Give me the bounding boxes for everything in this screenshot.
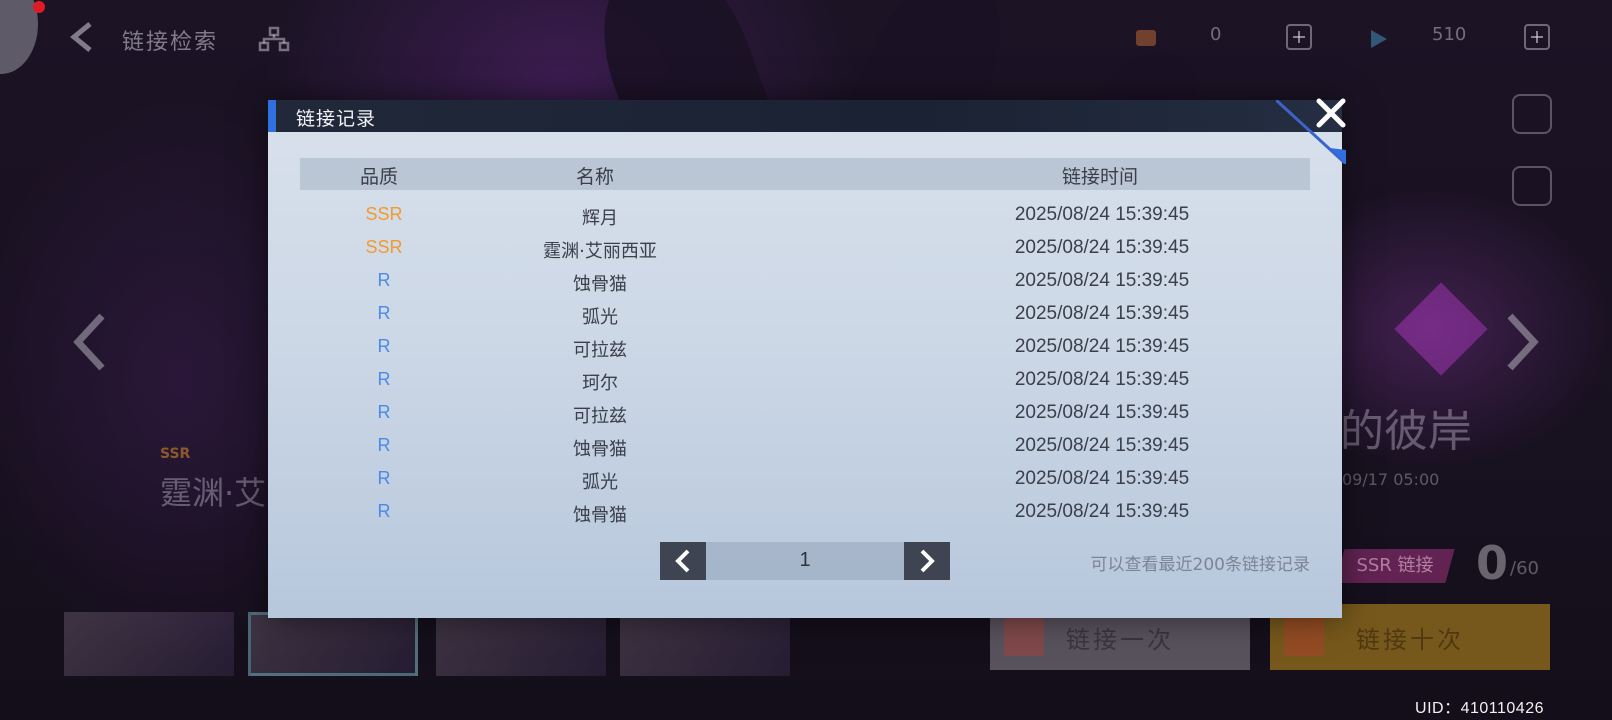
row-time: 2025/08/24 15:39:45 <box>1014 468 1190 489</box>
banner-thumbnail[interactable] <box>64 612 234 676</box>
record-list: SSR 辉月 2025/08/24 15:39:45 SSR 霆渊·艾丽西亚 2… <box>300 200 1310 530</box>
char-rarity: SSR <box>160 446 191 462</box>
pull-ten-label: 链接十次 <box>1356 625 1464 654</box>
row-name: 蚀骨猫 <box>573 439 627 460</box>
banner-thumbnail[interactable] <box>620 612 790 676</box>
ssr-tag: SSR 链接 <box>1335 549 1455 583</box>
row-name: 霆渊·艾丽西亚 <box>543 241 657 262</box>
row-name: 辉月 <box>582 208 618 229</box>
table-row: R 蚀骨猫 2025/08/24 15:39:45 <box>300 266 1310 299</box>
prev-banner-arrow-icon[interactable] <box>70 312 110 372</box>
row-quality: R <box>377 270 391 290</box>
record-limit-note: 可以查看最近200条链接记录 <box>1090 555 1310 575</box>
energy-icon <box>1371 30 1387 48</box>
next-page-button[interactable] <box>904 542 950 580</box>
row-quality: R <box>377 369 391 389</box>
chevron-right-icon <box>920 549 935 573</box>
banner-thumbnail-selected[interactable] <box>248 612 418 676</box>
uid-label: UID：410110426 <box>1415 700 1544 717</box>
ssr-tag-label: SSR 链接 <box>1356 555 1434 576</box>
dialog-header: 链接记录 <box>268 100 1342 132</box>
pagination: 1 <box>660 542 950 580</box>
chevron-left-icon <box>675 549 690 573</box>
table-row: SSR 辉月 2025/08/24 15:39:45 <box>300 200 1310 233</box>
energy-value: 510 <box>1432 24 1467 45</box>
row-quality: SSR <box>365 204 403 224</box>
row-time: 2025/08/24 15:39:45 <box>1014 402 1190 423</box>
pull-ticket-icon <box>1284 616 1324 656</box>
top-bar: 链接检索 0 510 <box>0 18 1612 62</box>
banner-title: 的彼岸 <box>1340 406 1472 457</box>
row-quality: R <box>377 501 391 521</box>
row-quality: SSR <box>365 237 403 257</box>
header-quality: 品质 <box>360 166 399 188</box>
record-icon[interactable] <box>1512 166 1552 206</box>
back-arrow-icon[interactable] <box>66 20 100 54</box>
table-row: R 可拉兹 2025/08/24 15:39:45 <box>300 398 1310 431</box>
banner-date: 09/17 05:00 <box>1342 470 1440 489</box>
row-time: 2025/08/24 15:39:45 <box>1014 303 1190 324</box>
table-row: R 可拉兹 2025/08/24 15:39:45 <box>300 332 1310 365</box>
add-energy-button[interactable] <box>1524 24 1550 50</box>
row-quality: R <box>377 303 391 323</box>
table-row: R 珂尔 2025/08/24 15:39:45 <box>300 365 1310 398</box>
currency-gem-icon <box>1136 30 1156 46</box>
row-quality: R <box>377 402 391 422</box>
add-currency-button[interactable] <box>1286 24 1312 50</box>
pull-count-max: /60 <box>1510 558 1539 579</box>
dialog-title: 链接记录 <box>296 108 377 130</box>
row-quality: R <box>377 336 391 356</box>
record-indicator-icon <box>33 1 45 13</box>
tree-icon[interactable] <box>258 26 290 52</box>
row-name: 弧光 <box>582 307 618 328</box>
next-banner-arrow-icon[interactable] <box>1502 312 1542 372</box>
pull-ticket-icon <box>1004 616 1044 656</box>
row-name: 可拉兹 <box>573 340 627 361</box>
row-time: 2025/08/24 15:39:45 <box>1014 501 1190 522</box>
table-row: R 蚀骨猫 2025/08/24 15:39:45 <box>300 431 1310 464</box>
close-icon[interactable] <box>1314 96 1348 130</box>
header-time: 链接时间 <box>1062 166 1139 188</box>
row-name: 蚀骨猫 <box>573 505 627 526</box>
currency-value: 0 <box>1210 24 1222 45</box>
row-name: 弧光 <box>582 472 618 493</box>
row-time: 2025/08/24 15:39:45 <box>1014 435 1190 456</box>
info-icon[interactable] <box>1512 94 1552 134</box>
page-number: 1 <box>799 549 811 571</box>
row-time: 2025/08/24 15:39:45 <box>1014 270 1190 291</box>
table-row: R 蚀骨猫 2025/08/24 15:39:45 <box>300 497 1310 530</box>
char-name: 霆渊·艾 <box>160 474 267 512</box>
row-name: 珂尔 <box>582 373 618 394</box>
row-time: 2025/08/24 15:39:45 <box>1014 237 1190 258</box>
pull-once-label: 链接一次 <box>1066 625 1174 654</box>
record-dialog: 链接记录 品质 名称 链接时间 SSR 辉月 2025/08/24 15:39:… <box>268 100 1346 618</box>
banner-thumbnail[interactable] <box>436 612 606 676</box>
row-name: 可拉兹 <box>573 406 627 427</box>
table-row: R 弧光 2025/08/24 15:39:45 <box>300 464 1310 497</box>
row-time: 2025/08/24 15:39:45 <box>1014 369 1190 390</box>
table-header: 品质 名称 链接时间 <box>300 158 1310 190</box>
row-quality: R <box>377 468 391 488</box>
pull-count: 0 <box>1476 536 1509 590</box>
row-name: 蚀骨猫 <box>573 274 627 295</box>
page-title: 链接检索 <box>122 30 219 55</box>
row-quality: R <box>377 435 391 455</box>
row-time: 2025/08/24 15:39:45 <box>1014 336 1190 357</box>
header-name: 名称 <box>576 166 615 188</box>
table-row: SSR 霆渊·艾丽西亚 2025/08/24 15:39:45 <box>300 233 1310 266</box>
table-row: R 弧光 2025/08/24 15:39:45 <box>300 299 1310 332</box>
header-accent <box>268 100 276 132</box>
prev-page-button[interactable] <box>660 542 706 580</box>
row-time: 2025/08/24 15:39:45 <box>1014 204 1190 225</box>
